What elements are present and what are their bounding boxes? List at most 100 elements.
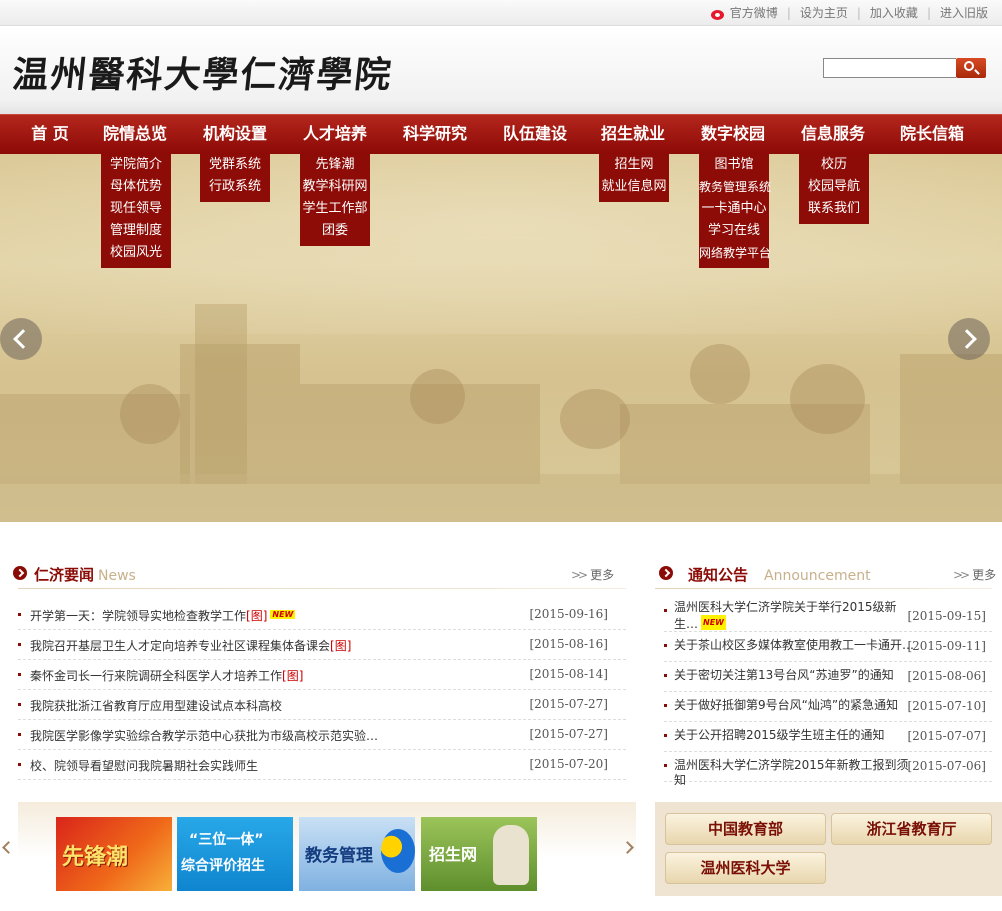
- news-item[interactable]: 秦怀金司长一行来院调研全科医学人才培养工作[图] [2015-08-14]: [18, 660, 626, 690]
- banner-prev-button[interactable]: [0, 318, 42, 360]
- dropdown-item[interactable]: 党群系统: [200, 154, 270, 176]
- dropdown-item[interactable]: 校园导航: [799, 176, 869, 198]
- news-item-title[interactable]: 秦怀金司长一行来院调研全科医学人才培养工作[图]: [30, 667, 303, 684]
- thumb-pioneer[interactable]: 先锋潮: [56, 817, 172, 891]
- dropdown-item[interactable]: 校历: [799, 154, 869, 176]
- news-item-title[interactable]: 我院召开基层卫生人才定向培养专业社区课程集体备课会[图]: [30, 637, 351, 654]
- news-item[interactable]: 我院获批浙江省教育厅应用型建设试点本科高校 [2015-07-27]: [18, 690, 626, 720]
- notice-item-date: [2015-07-10]: [907, 699, 986, 713]
- dropdown-item[interactable]: 联系我们: [799, 198, 869, 220]
- dropdown-item[interactable]: 图书馆: [699, 154, 769, 176]
- list-dot: [18, 643, 21, 646]
- news-item[interactable]: 校、院领导看望慰问我院暑期社会实践师生 [2015-07-20]: [18, 750, 626, 780]
- notice-item-title[interactable]: 温州医科大学仁济学院2015年新教工报到须知: [674, 758, 914, 788]
- list-dot: [18, 673, 21, 676]
- thumb-admission-site[interactable]: 招生网: [421, 817, 537, 891]
- weibo-icon: [710, 7, 728, 21]
- dropdown-item[interactable]: 校园风光: [101, 242, 171, 264]
- dropdown-item[interactable]: 学习在线: [699, 220, 769, 242]
- notice-item[interactable]: 温州医科大学仁济学院2015年新教工报到须知 [2015-07-06]: [664, 752, 992, 787]
- dropdown-item[interactable]: 一卡通中心: [699, 198, 769, 220]
- list-dot: [664, 674, 667, 677]
- notice-item-title[interactable]: 关于茶山校区多媒体教室使用教工一卡通开…: [674, 638, 914, 653]
- dropdown-item[interactable]: 现任领导: [101, 198, 171, 220]
- banner-tree: [560, 389, 630, 449]
- dropdown-item[interactable]: 行政系统: [200, 176, 270, 198]
- image-tag: [图]: [330, 639, 352, 653]
- banner-next-button[interactable]: [948, 318, 990, 360]
- link-ministry-of-education[interactable]: 中国教育部: [665, 813, 826, 845]
- news-item[interactable]: 我院医学影像学实验综合教学示范中心获批为市级高校示范实验… [2015-07-2…: [18, 720, 626, 750]
- search-box: [823, 58, 986, 78]
- nav-research[interactable]: 科学研究: [400, 115, 470, 155]
- news-item-title[interactable]: 开学第一天：学院领导实地检查教学工作[图] NEW: [30, 607, 296, 624]
- dropdown-item[interactable]: 招生网: [599, 154, 669, 176]
- image-tag: [图]: [246, 609, 268, 623]
- news-item-title[interactable]: 校、院领导看望慰问我院暑期社会实践师生: [30, 757, 258, 774]
- notice-title: 通知公告 Announcement: [688, 564, 871, 585]
- thumb-caption: 招生网: [429, 845, 478, 864]
- dropdown-item[interactable]: 教学科研网: [300, 176, 370, 198]
- nav-info-service[interactable]: 信息服务: [798, 115, 868, 155]
- dropdown-item[interactable]: 管理制度: [101, 220, 171, 242]
- add-favorite-link[interactable]: 加入收藏: [870, 4, 918, 21]
- image-tag: [图]: [282, 669, 304, 683]
- thumb-caption: 先锋潮: [62, 845, 129, 870]
- weibo-link[interactable]: 官方微博: [710, 4, 778, 21]
- news-item-title[interactable]: 我院医学影像学实验综合教学示范中心获批为市级高校示范实验…: [30, 727, 378, 744]
- notice-item-date: [2015-07-07]: [907, 729, 986, 743]
- nav-president-mailbox[interactable]: 院长信箱: [896, 115, 968, 155]
- main-nav: 首 页 院情总览 机构设置 人才培养 科学研究 队伍建设 招生就业 数字校园 信…: [0, 114, 1002, 154]
- link-zhejiang-education-dept[interactable]: 浙江省教育厅: [831, 813, 992, 845]
- banner-tree: [790, 364, 865, 434]
- notice-item-title[interactable]: 关于密切关注第13号台风“苏迪罗”的通知: [674, 668, 914, 683]
- old-version-link[interactable]: 进入旧版: [940, 4, 988, 21]
- notice-more-link[interactable]: >> 更多: [953, 566, 996, 583]
- news-more-link[interactable]: >> 更多: [571, 566, 614, 583]
- thumb-academic-affairs[interactable]: 教务管理: [299, 817, 415, 891]
- link-wenzhou-medical-university[interactable]: 温州医科大学: [665, 852, 826, 884]
- strip-prev-arrow[interactable]: [2, 841, 15, 854]
- dropdown-item[interactable]: 学生工作部: [300, 198, 370, 220]
- nav-admission[interactable]: 招生就业: [598, 115, 668, 155]
- dropdown-item[interactable]: 先锋潮: [300, 154, 370, 176]
- search-icon: [964, 61, 974, 71]
- notice-item[interactable]: 关于密切关注第13号台风“苏迪罗”的通知 [2015-08-06]: [664, 662, 992, 692]
- search-input[interactable]: [823, 58, 956, 78]
- notice-item[interactable]: 温州医科大学仁济学院关于举行2015级新生… NEW [2015-09-15]: [664, 598, 992, 632]
- news-item-text: 开学第一天：学院领导实地检查教学工作: [30, 609, 247, 623]
- site-logo[interactable]: 温州醫科大學仁濟學院: [10, 46, 395, 98]
- news-item[interactable]: 我院召开基层卫生人才定向培养专业社区课程集体备课会[图] [2015-08-16…: [18, 630, 626, 660]
- notice-item-title[interactable]: 关于做好抵御第9号台风“灿鸿”的紧急通知: [674, 698, 914, 713]
- dropdown-item[interactable]: 网络教学平台: [699, 242, 771, 264]
- dropdown-item[interactable]: 学院简介: [101, 154, 171, 176]
- nav-organization[interactable]: 机构设置: [200, 115, 270, 155]
- notice-item-title[interactable]: 关于公开招聘2015级学生班主任的通知: [674, 728, 914, 743]
- dropdown-item[interactable]: 团委: [300, 220, 370, 242]
- notice-title-en: Announcement: [764, 568, 871, 584]
- nav-overview[interactable]: 院情总览: [100, 115, 170, 155]
- nav-home[interactable]: 首 页: [14, 115, 86, 155]
- dropdown-item[interactable]: 就业信息网: [599, 176, 669, 198]
- news-item[interactable]: 开学第一天：学院领导实地检查教学工作[图] NEW [2015-09-16]: [18, 600, 626, 630]
- dropdown-item[interactable]: 教务管理系统: [699, 176, 771, 198]
- list-dot: [18, 733, 21, 736]
- notice-item[interactable]: 关于公开招聘2015级学生班主任的通知 [2015-07-07]: [664, 722, 992, 752]
- nav-talent[interactable]: 人才培养: [300, 115, 370, 155]
- nav-digital-campus[interactable]: 数字校园: [698, 115, 768, 155]
- pie-chart-icon: [381, 829, 415, 873]
- search-button[interactable]: [956, 58, 986, 78]
- thumb-admission-evaluation[interactable]: “三位一体” 综合评价招生: [177, 817, 293, 891]
- notice-item[interactable]: 关于做好抵御第9号台风“灿鸿”的紧急通知 [2015-07-10]: [664, 692, 992, 722]
- dropdown-item[interactable]: 母体优势: [101, 176, 171, 198]
- news-item-date: [2015-07-27]: [529, 697, 608, 711]
- notice-item-title[interactable]: 温州医科大学仁济学院关于举行2015级新生… NEW: [674, 600, 914, 632]
- set-homepage-link[interactable]: 设为主页: [800, 4, 848, 21]
- list-dot: [664, 609, 667, 612]
- news-item-title[interactable]: 我院获批浙江省教育厅应用型建设试点本科高校: [30, 697, 282, 714]
- news-item-date: [2015-07-27]: [529, 727, 608, 741]
- nav-staff[interactable]: 队伍建设: [500, 115, 570, 155]
- chevron-right-icon: >>: [953, 568, 970, 582]
- banner-tree: [120, 384, 180, 444]
- notice-item[interactable]: 关于茶山校区多媒体教室使用教工一卡通开… [2015-09-11]: [664, 632, 992, 662]
